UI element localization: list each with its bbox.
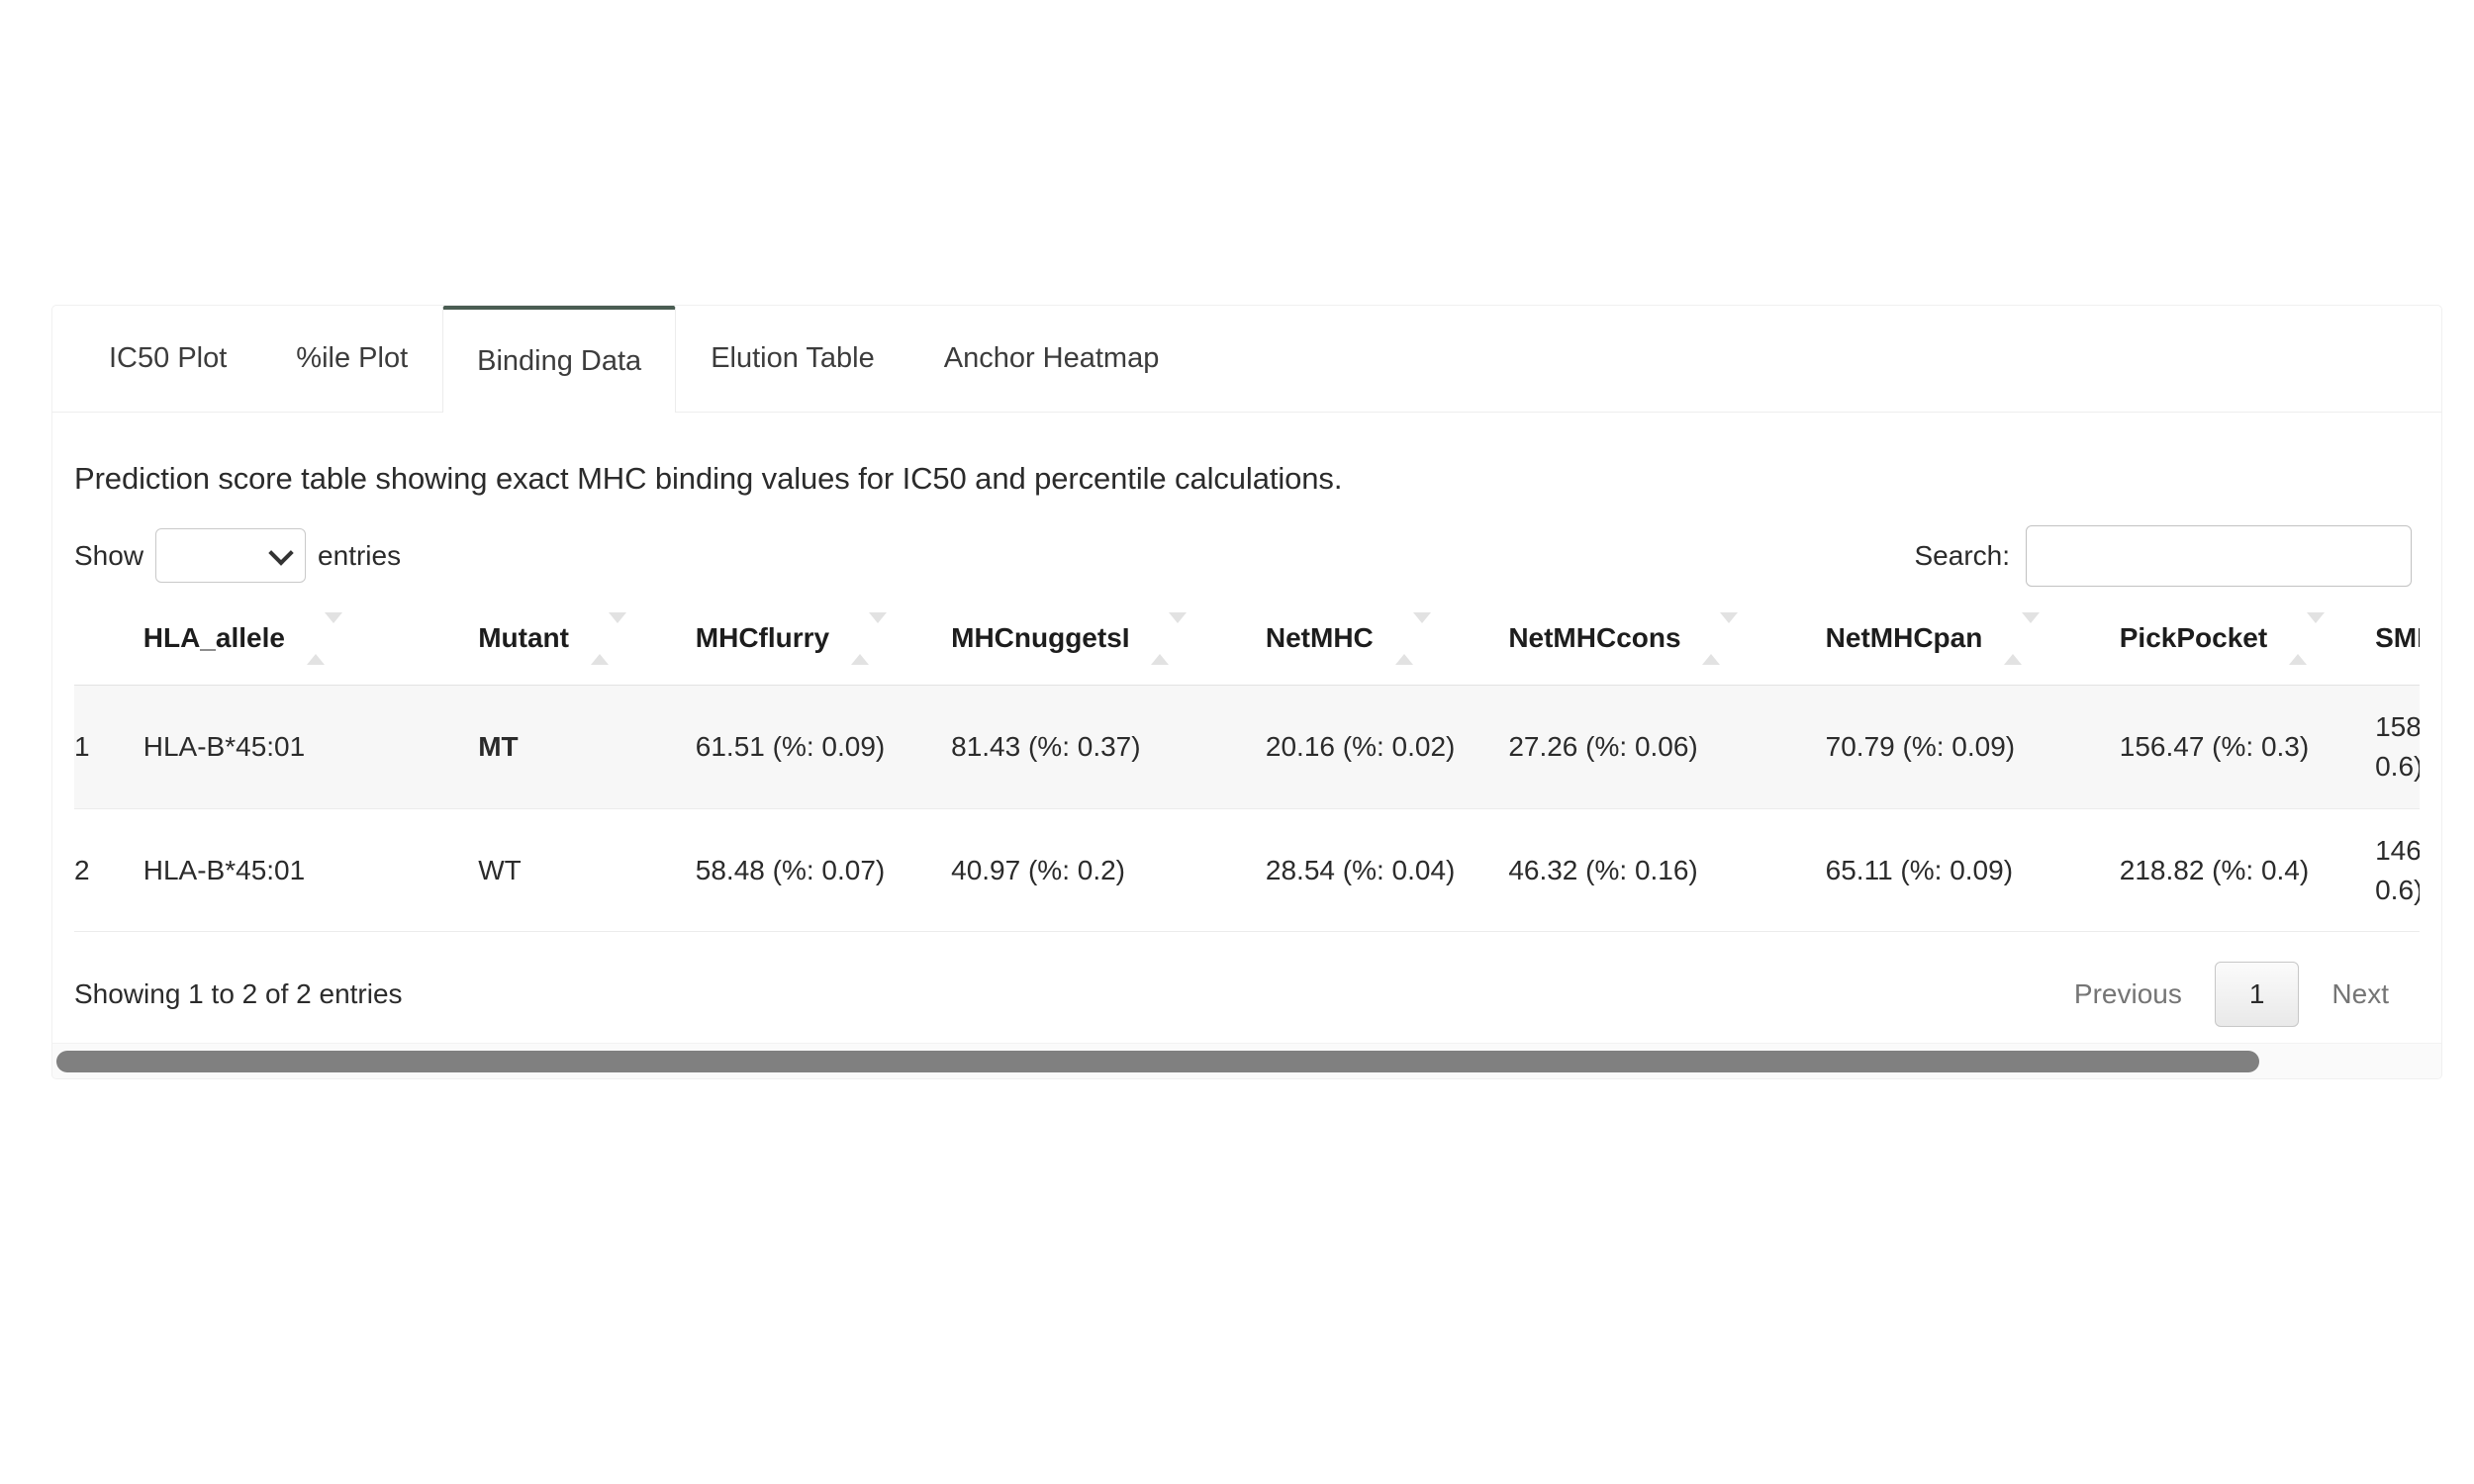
pagination-page-1[interactable]: 1 [2214, 962, 2300, 1028]
cell-netmhc: 28.54 (%: 0.04) [1265, 808, 1509, 933]
column-header-index [74, 608, 143, 686]
tab-label: Binding Data [477, 344, 642, 377]
table-footer: Showing 1 to 2 of 2 entries Previous 1 N… [74, 932, 2420, 1043]
table-row[interactable]: 1 HLA-B*45:01 MT 61.51 (%: 0.09) 81.43 (… [74, 685, 2420, 809]
cell-pickpocket: 156.47 (%: 0.3) [2119, 685, 2376, 809]
tab-anchor-heatmap[interactable]: Anchor Heatmap [909, 306, 1194, 412]
column-label: NetMHC [1265, 621, 1374, 653]
sort-icon[interactable] [850, 612, 887, 666]
cell-smm: 158.93 (%: 0.6) [2375, 685, 2420, 809]
column-label: MHCflurry [695, 621, 830, 653]
show-label: Show [74, 539, 144, 571]
sort-icon[interactable] [306, 612, 342, 666]
column-header-netmhc[interactable]: NetMHC [1266, 608, 1508, 686]
pagination-previous[interactable]: Previous [2047, 962, 2209, 1027]
cell-netmhcpan: 70.79 (%: 0.09) [1825, 685, 2120, 809]
entries-length-select[interactable]: 102550100 [155, 528, 307, 584]
tab-percentile-plot[interactable]: %ile Plot [261, 306, 442, 412]
tab-label: IC50 Plot [109, 342, 228, 374]
panel-description: Prediction score table showing exact MHC… [74, 461, 1343, 496]
tab-ic50-plot[interactable]: IC50 Plot [74, 306, 261, 412]
column-label: NetMHCcons [1508, 621, 1681, 653]
sort-icon[interactable] [1702, 612, 1739, 666]
horizontal-scrollbar[interactable] [52, 1043, 2441, 1079]
table-info: Showing 1 to 2 of 2 entries [74, 978, 403, 1010]
horizontal-scrollbar-thumb[interactable] [56, 1050, 2259, 1072]
sort-icon[interactable] [2004, 612, 2041, 666]
column-label: MHCnuggetsI [951, 621, 1130, 653]
table-row[interactable]: 2 HLA-B*45:01 WT 58.48 (%: 0.07) 40.97 (… [74, 808, 2420, 933]
tab-binding-data[interactable]: Binding Data [442, 306, 677, 413]
tab-elution-table[interactable]: Elution Table [676, 306, 909, 412]
sort-icon[interactable] [590, 612, 626, 666]
length-control: Show 102550100 entries [74, 528, 402, 584]
cell-mutant: MT [478, 685, 696, 809]
column-header-netmhcpan[interactable]: NetMHCpan [1826, 608, 2120, 686]
table-scroll-container[interactable]: HLA_allele Mutant MHCflurry MHCnuggetsI … [74, 608, 2420, 933]
cell-mhcflurry: 61.51 (%: 0.09) [695, 685, 952, 809]
column-label: NetMHCpan [1825, 621, 1983, 653]
column-header-mhcflurry[interactable]: MHCflurry [696, 608, 951, 686]
tab-label: Anchor Heatmap [943, 342, 1160, 374]
sort-icon[interactable] [1394, 612, 1431, 666]
cell-mutant: WT [478, 808, 696, 933]
sort-icon[interactable] [2288, 612, 2325, 666]
column-label: PickPocket [2119, 621, 2268, 653]
table-head: HLA_allele Mutant MHCflurry MHCnuggetsI … [74, 608, 2420, 686]
cell-netmhccons: 46.32 (%: 0.16) [1508, 808, 1826, 933]
column-header-pickpocket[interactable]: PickPocket [2120, 608, 2375, 686]
tab-label: %ile Plot [296, 342, 409, 374]
table-body: 1 HLA-B*45:01 MT 61.51 (%: 0.09) 81.43 (… [74, 685, 2420, 933]
column-header-hla-allele[interactable]: HLA_allele [143, 608, 478, 686]
binding-data-table: HLA_allele Mutant MHCflurry MHCnuggetsI … [74, 608, 2420, 933]
cell-smm: 146.63 (%: 0.6) [2375, 808, 2420, 933]
column-header-netmhccons[interactable]: NetMHCcons [1508, 608, 1825, 686]
column-header-mhcnuggetsi[interactable]: MHCnuggetsI [951, 608, 1266, 686]
column-header-smm[interactable]: SMM [2375, 608, 2420, 686]
column-header-mutant[interactable]: Mutant [478, 608, 696, 686]
cell-netmhccons: 27.26 (%: 0.06) [1508, 685, 1826, 809]
pagination: Previous 1 Next [2047, 962, 2416, 1028]
cell-pickpocket: 218.82 (%: 0.4) [2119, 808, 2376, 933]
cell-mhcnuggetsi: 81.43 (%: 0.37) [951, 685, 1266, 809]
tab-bar: IC50 Plot %ile Plot Binding Data Elution… [52, 306, 2441, 413]
sort-icon[interactable] [1151, 612, 1188, 666]
tab-label: Elution Table [711, 342, 875, 374]
cell-netmhc: 20.16 (%: 0.02) [1265, 685, 1509, 809]
panel-body: Prediction score table showing exact MHC… [52, 413, 2441, 1043]
cell-mhcnuggetsi: 40.97 (%: 0.2) [951, 808, 1266, 933]
cell-index: 2 [74, 808, 143, 933]
column-label: SMM [2375, 621, 2420, 653]
search-control: Search: [1914, 524, 2412, 587]
length-select-wrapper: 102550100 [155, 528, 307, 584]
pagination-next[interactable]: Next [2305, 962, 2416, 1027]
column-label: HLA_allele [143, 621, 285, 653]
entries-label: entries [318, 539, 402, 571]
search-input[interactable] [2026, 524, 2412, 587]
cell-hla-allele: HLA-B*45:01 [143, 685, 479, 809]
table-controls: Show 102550100 entries Search: [74, 524, 2420, 587]
cell-hla-allele: HLA-B*45:01 [143, 808, 479, 933]
search-label: Search: [1914, 539, 2011, 571]
cell-mhcflurry: 58.48 (%: 0.07) [695, 808, 952, 933]
cell-netmhcpan: 65.11 (%: 0.09) [1825, 808, 2120, 933]
table-header-row: HLA_allele Mutant MHCflurry MHCnuggetsI … [74, 608, 2420, 686]
cell-index: 1 [74, 685, 143, 809]
column-label: Mutant [478, 621, 569, 653]
binding-data-card: IC50 Plot %ile Plot Binding Data Elution… [51, 305, 2442, 1080]
